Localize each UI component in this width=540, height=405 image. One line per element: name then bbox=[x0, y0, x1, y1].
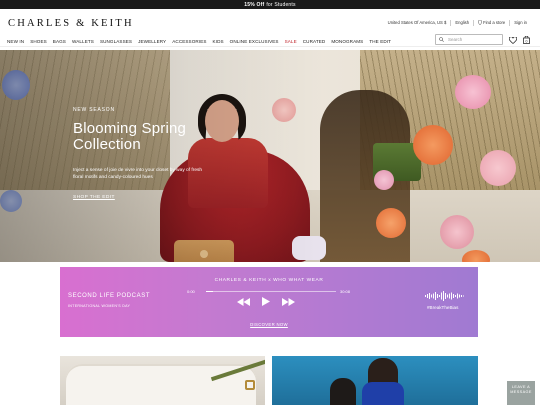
hero-banner[interactable]: NEW SEASON Blooming Spring Collection In… bbox=[0, 50, 540, 262]
hero-eyebrow: NEW SEASON bbox=[73, 107, 115, 113]
brand-logo[interactable]: CHARLES & KEITH bbox=[8, 18, 134, 29]
nav-item-sunglasses[interactable]: SUNGLASSES bbox=[100, 39, 132, 44]
nav-item-kids[interactable]: KIDS bbox=[213, 39, 224, 44]
nav-item-online-exclusives[interactable]: ONLINE EXCLUSIVES bbox=[230, 39, 279, 44]
nav-item-shoes[interactable]: SHOES bbox=[30, 39, 47, 44]
rewind-icon[interactable] bbox=[237, 297, 250, 306]
hero-text-block: NEW SEASON Blooming Spring Collection In… bbox=[73, 107, 213, 200]
hashtag-label: #BreakTheBias bbox=[427, 305, 459, 310]
audio-progress-fill bbox=[206, 290, 213, 292]
card-model-1 bbox=[330, 378, 356, 405]
shop-the-edit-link[interactable]: SHOP THE EDIT bbox=[73, 195, 213, 200]
find-store-link[interactable]: Find a store bbox=[473, 19, 509, 26]
language-selector[interactable]: English bbox=[450, 20, 473, 26]
time-end: 30:08 bbox=[340, 289, 351, 294]
nav-item-curated[interactable]: CURATED bbox=[303, 39, 326, 44]
promo-card-bag[interactable] bbox=[60, 356, 265, 405]
card-model-shirt bbox=[362, 382, 404, 405]
location-pin-icon bbox=[478, 19, 483, 26]
promo-highlight: 15% Off bbox=[244, 1, 265, 8]
nav-item-bags[interactable]: BAGS bbox=[53, 39, 66, 44]
nav-item-the-edit[interactable]: THE EDIT bbox=[369, 39, 391, 44]
region-selector[interactable]: United States Of America, US $ bbox=[384, 20, 451, 26]
podcast-subtitle: INTERNATIONAL WOMEN'S DAY bbox=[68, 304, 131, 308]
search-placeholder: Search bbox=[448, 37, 463, 42]
leave-message-button[interactable]: LEAVE A MESSAGE bbox=[507, 381, 535, 405]
card-bag-image bbox=[66, 364, 256, 405]
card-model-2 bbox=[362, 358, 404, 405]
nav-item-accessories[interactable]: ACCESSORIES bbox=[172, 39, 206, 44]
utility-nav: United States Of America, US $ English F… bbox=[384, 19, 531, 26]
nav-item-new-in[interactable]: NEW IN bbox=[7, 39, 24, 44]
hero-title: Blooming Spring Collection bbox=[73, 120, 187, 153]
promo-card-models[interactable] bbox=[272, 356, 478, 405]
podcast-title: SECOND LIFE PODCAST bbox=[68, 293, 151, 299]
bag-icon[interactable]: 0 bbox=[522, 36, 530, 44]
find-store-label: Find a store bbox=[483, 20, 506, 25]
audio-controls bbox=[237, 297, 295, 306]
card-bag-buckle bbox=[245, 380, 255, 390]
audio-progress-bar[interactable] bbox=[206, 290, 336, 292]
soundwave-icon bbox=[425, 291, 464, 301]
svg-text:0: 0 bbox=[525, 40, 527, 44]
signin-link[interactable]: Sign in bbox=[509, 20, 531, 26]
play-icon[interactable] bbox=[262, 297, 270, 306]
fast-forward-icon[interactable] bbox=[282, 297, 295, 306]
nav-item-sale[interactable]: SALE bbox=[285, 39, 297, 44]
podcast-heading: CHARLES & KEITH x WHO WHAT WEAR bbox=[214, 278, 324, 283]
search-input[interactable]: Search bbox=[435, 34, 503, 45]
podcast-banner[interactable]: CHARLES & KEITH x WHO WHAT WEAR SECOND L… bbox=[60, 267, 478, 337]
nav-item-wallets[interactable]: WALLETS bbox=[72, 39, 94, 44]
promo-text: for Students bbox=[266, 1, 296, 8]
discover-now-link[interactable]: DISCOVER NOW bbox=[60, 322, 478, 327]
promo-bar[interactable]: 15% Off for Students bbox=[0, 0, 540, 9]
time-start: 0:00 bbox=[187, 289, 195, 294]
heart-icon[interactable] bbox=[509, 36, 517, 44]
nav-item-jewellery[interactable]: JEWELLERY bbox=[138, 39, 166, 44]
main-nav: NEW IN SHOES BAGS WALLETS SUNGLASSES JEWELLER… bbox=[7, 39, 391, 44]
nav-item-monograms[interactable]: MONOGRAMS bbox=[331, 39, 363, 44]
search-icon bbox=[439, 37, 444, 42]
hero-description: Inject a sense of joie de vivre into you… bbox=[73, 168, 203, 180]
